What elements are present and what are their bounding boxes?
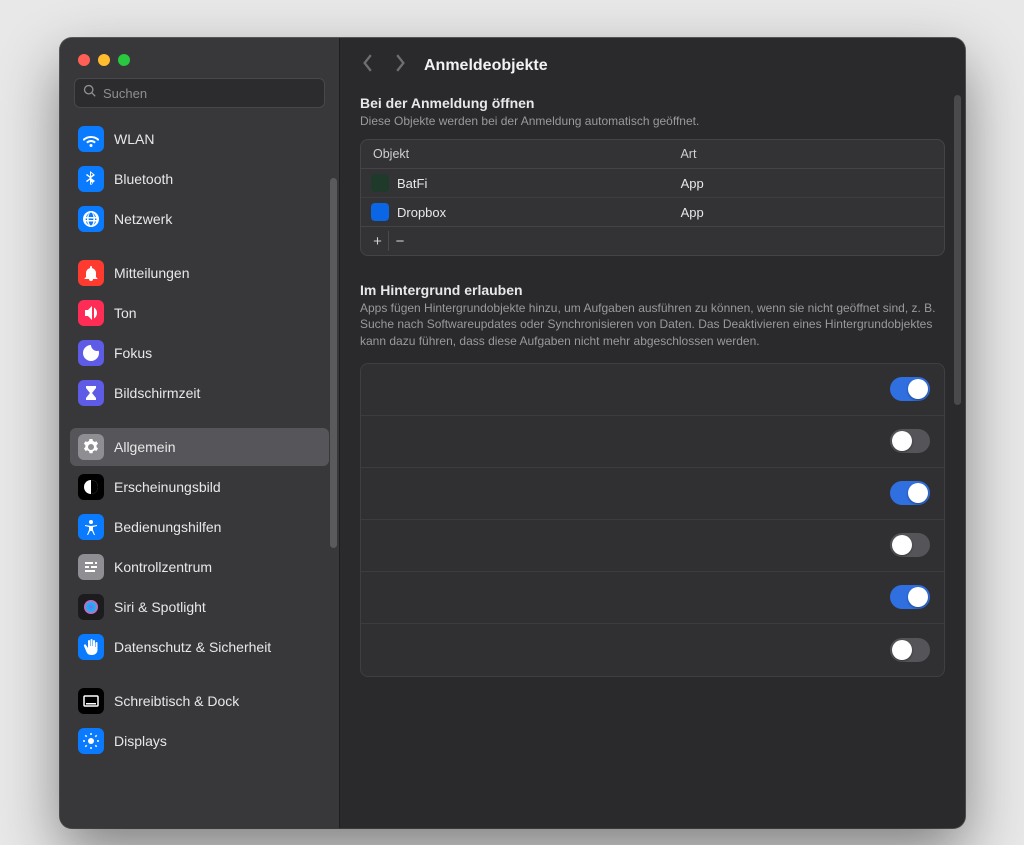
- sidebar: WLAN Bluetooth Netzwerk Mitteilungen Ton Foku…: [60, 38, 340, 828]
- sidebar-item-datenschutz-sicherheit[interactable]: Datenschutz & Sicherheit: [70, 628, 329, 666]
- background-item-row: [361, 468, 944, 520]
- login-item-name: Dropbox: [397, 205, 446, 220]
- sidebar-item-displays[interactable]: Displays: [70, 722, 329, 760]
- minimize-window-button[interactable]: [98, 54, 110, 66]
- search-input[interactable]: [103, 86, 316, 101]
- window-controls: [60, 38, 339, 66]
- titlebar: Anmeldeobjekte: [340, 38, 965, 89]
- sidebar-item-label: Kontrollzentrum: [114, 559, 212, 575]
- sidebar-item-bildschirmzeit[interactable]: Bildschirmzeit: [70, 374, 329, 412]
- search-field[interactable]: [74, 78, 325, 108]
- sidebar-item-label: Displays: [114, 733, 167, 749]
- background-item-row: [361, 572, 944, 624]
- sidebar-item-siri-spotlight[interactable]: Siri & Spotlight: [70, 588, 329, 626]
- background-items-list: [360, 363, 945, 677]
- table-row[interactable]: BatFi App: [361, 169, 944, 197]
- background-heading: Im Hintergrund erlauben: [360, 282, 945, 298]
- sidebar-item-ton[interactable]: Ton: [70, 294, 329, 332]
- table-header: Objekt Art: [361, 140, 944, 169]
- sidebar-item-kontrollzentrum[interactable]: Kontrollzentrum: [70, 548, 329, 586]
- background-item-toggle[interactable]: [890, 638, 930, 662]
- background-item-row: [361, 364, 944, 416]
- table-footer: + −: [361, 226, 944, 255]
- sidebar-item-label: Bluetooth: [114, 171, 173, 187]
- sidebar-item-label: Netzwerk: [114, 211, 172, 227]
- speaker-icon: [78, 300, 104, 326]
- sidebar-item-label: Ton: [114, 305, 137, 321]
- siri-icon: [78, 594, 104, 620]
- sidebar-item-label: Schreibtisch & Dock: [114, 693, 239, 709]
- close-window-button[interactable]: [78, 54, 90, 66]
- access-icon: [78, 514, 104, 540]
- background-subtitle: Apps fügen Hintergrundobjekte hinzu, um …: [360, 300, 945, 349]
- zoom-window-button[interactable]: [118, 54, 130, 66]
- sun-icon: [78, 728, 104, 754]
- hourglass-icon: [78, 380, 104, 406]
- remove-login-item-button[interactable]: −: [389, 231, 411, 251]
- sliders-icon: [78, 554, 104, 580]
- sidebar-item-bluetooth[interactable]: Bluetooth: [70, 160, 329, 198]
- sidebar-item-bedienungshilfen[interactable]: Bedienungshilfen: [70, 508, 329, 546]
- column-type: Art: [680, 147, 932, 161]
- login-items-subtitle: Diese Objekte werden bei der Anmeldung a…: [360, 113, 945, 129]
- add-login-item-button[interactable]: +: [367, 231, 389, 251]
- contrast-icon: [78, 474, 104, 500]
- background-item-row: [361, 416, 944, 468]
- login-item-name: BatFi: [397, 176, 427, 191]
- sidebar-item-label: Mitteilungen: [114, 265, 190, 281]
- sidebar-item-netzwerk[interactable]: Netzwerk: [70, 200, 329, 238]
- sidebar-item-label: WLAN: [114, 131, 154, 147]
- sidebar-item-label: Fokus: [114, 345, 152, 361]
- content-scrollbar[interactable]: [954, 95, 961, 405]
- page-title: Anmeldeobjekte: [424, 57, 548, 75]
- table-row[interactable]: Dropbox App: [361, 197, 944, 226]
- app-icon: [371, 203, 389, 221]
- sidebar-item-label: Bedienungshilfen: [114, 519, 221, 535]
- sidebar-item-label: Datenschutz & Sicherheit: [114, 639, 271, 655]
- dock-icon: [78, 688, 104, 714]
- main-pane: Anmeldeobjekte Bei der Anmeldung öffnen …: [340, 38, 965, 828]
- moon-icon: [78, 340, 104, 366]
- sidebar-item-fokus[interactable]: Fokus: [70, 334, 329, 372]
- sidebar-item-schreibtisch-dock[interactable]: Schreibtisch & Dock: [70, 682, 329, 720]
- sidebar-item-mitteilungen[interactable]: Mitteilungen: [70, 254, 329, 292]
- sidebar-item-label: Allgemein: [114, 439, 175, 455]
- background-item-toggle[interactable]: [890, 481, 930, 505]
- sidebar-item-wlan[interactable]: WLAN: [70, 120, 329, 158]
- sidebar-nav: WLAN Bluetooth Netzwerk Mitteilungen Ton Foku…: [60, 118, 339, 828]
- content: Bei der Anmeldung öffnen Diese Objekte w…: [340, 89, 965, 828]
- background-item-toggle[interactable]: [890, 533, 930, 557]
- login-item-type: App: [681, 205, 934, 220]
- sidebar-item-label: Erscheinungsbild: [114, 479, 221, 495]
- login-items-heading: Bei der Anmeldung öffnen: [360, 95, 945, 111]
- background-item-toggle[interactable]: [890, 585, 930, 609]
- gear-icon: [78, 434, 104, 460]
- settings-window: WLAN Bluetooth Netzwerk Mitteilungen Ton Foku…: [60, 38, 965, 828]
- search-icon: [83, 84, 103, 103]
- background-item-row: [361, 624, 944, 676]
- sidebar-item-label: Siri & Spotlight: [114, 599, 206, 615]
- login-items-table: Objekt Art BatFi App Dropbox App + −: [360, 139, 945, 256]
- bell-icon: [78, 260, 104, 286]
- back-button[interactable]: [362, 54, 374, 77]
- login-item-type: App: [681, 176, 934, 191]
- sidebar-item-label: Bildschirmzeit: [114, 385, 200, 401]
- bluetooth-icon: [78, 166, 104, 192]
- background-item-toggle[interactable]: [890, 429, 930, 453]
- app-icon: [371, 174, 389, 192]
- sidebar-item-erscheinungsbild[interactable]: Erscheinungsbild: [70, 468, 329, 506]
- sidebar-item-allgemein[interactable]: Allgemein: [70, 428, 329, 466]
- background-item-toggle[interactable]: [890, 377, 930, 401]
- globe-icon: [78, 206, 104, 232]
- sidebar-scrollbar[interactable]: [330, 178, 337, 548]
- background-item-row: [361, 520, 944, 572]
- column-object: Objekt: [373, 147, 680, 161]
- wifi-icon: [78, 126, 104, 152]
- forward-button[interactable]: [394, 54, 406, 77]
- hand-icon: [78, 634, 104, 660]
